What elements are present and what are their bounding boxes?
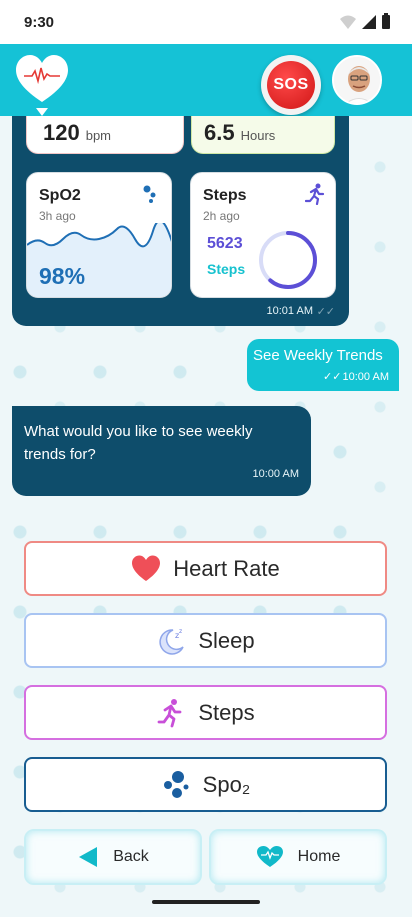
steps-card[interactable]: Steps 2h ago 5623 Steps [190,172,336,298]
heart-rate-card-partial[interactable]: 120 bpm [26,116,184,154]
home-button[interactable]: Home [209,829,387,885]
received-message-time: 10:00 AM [252,468,299,480]
back-button[interactable]: Back [24,829,202,885]
steps-ago: 2h ago [203,209,240,223]
spo2-card[interactable]: SpO2 3h ago 98% [26,172,172,298]
home-button-label: Home [297,848,341,865]
status-bar: 9:30 [0,0,412,44]
sent-message-text: See Weekly Trends [253,347,383,364]
bubbles-icon [163,770,189,798]
steps-progress-ring [259,231,317,289]
spo2-value: 98% [39,263,86,289]
sent-message: See Weekly Trends ✓✓ 10:00 AM [247,339,399,391]
sos-button[interactable]: SOS [261,55,321,115]
back-arrow-icon [79,847,98,867]
received-message-text: What would you like to see weekly trends… [24,423,253,463]
heart-home-icon [256,846,283,867]
spo2-option-label: Spo₂ [202,771,251,797]
sleep-value: 6.5 [204,120,235,145]
spo2-title: SpO2 [39,187,81,204]
app-header: SOS [0,44,412,116]
running-icon [305,183,325,205]
status-time: 9:30 [24,13,55,31]
heart-logo-icon [16,55,68,116]
sleep-option-label: Sleep [198,627,255,653]
running-icon [157,698,182,727]
steps-count: 5623 [207,235,243,252]
received-message: What would you like to see weekly trends… [12,406,311,496]
steps-title: Steps [203,187,247,204]
svg-text:z: z [179,628,182,635]
double-check-icon: ✓✓ [316,306,335,318]
heart-rate-option-button[interactable]: Heart Rate [24,541,387,596]
signal-icon [362,15,376,29]
message-time: 10:01 AM [266,305,313,317]
status-icons [340,13,390,29]
sos-label: SOS [267,61,315,109]
heart-icon [132,555,161,581]
user-avatar-icon [334,57,380,103]
back-button-label: Back [113,848,149,865]
wifi-icon [340,15,356,29]
bubbles-icon [143,185,156,203]
sent-message-time: 10:00 AM [342,371,389,383]
heart-rate-option-label: Heart Rate [173,555,280,581]
battery-icon [382,13,390,29]
moon-icon: z z [159,628,185,655]
sleep-unit: Hours [240,128,276,143]
heart-rate-unit: bpm [85,128,112,143]
heart-rate-value: 120 [43,120,80,145]
spo2-ago: 3h ago [39,209,76,223]
sleep-option-button[interactable]: z z Sleep [24,613,387,668]
steps-label: Steps [207,261,246,277]
gesture-nav-handle[interactable] [152,900,260,904]
health-summary-message: 120 bpm 6.5 Hours SpO2 3h ago 98% Steps 2h… [12,116,349,326]
sleep-card-partial[interactable]: 6.5 Hours [191,116,335,154]
spo2-option-button[interactable]: Spo₂ [24,757,387,812]
avatar[interactable] [332,55,382,105]
double-check-icon: ✓✓ [323,371,342,383]
steps-option-button[interactable]: Steps [24,685,387,740]
steps-option-label: Steps [198,699,255,725]
